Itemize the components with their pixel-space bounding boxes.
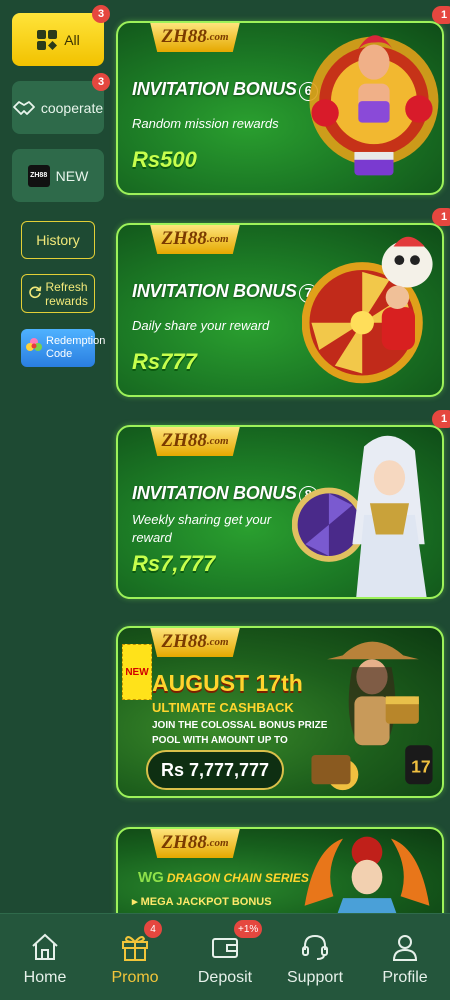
promo-title: INVITATION BONUS 6: [132, 79, 318, 101]
refresh-rewards-label: Refresh rewards: [45, 279, 88, 308]
promo-amount: Rs7,777: [132, 551, 216, 576]
nav-home-label: Home: [23, 969, 67, 986]
promo-subtitle: Weekly sharing get your reward: [132, 512, 272, 545]
promo-subtitle: Daily share your reward: [132, 318, 270, 333]
svg-text:17: 17: [411, 757, 431, 777]
redemption-code-label: Redemption Code: [46, 335, 106, 360]
category-cooperate[interactable]: cooperate 3: [12, 73, 110, 134]
category-cooperate-badge: 3: [92, 73, 110, 91]
goddess-wheel-illustration: [292, 435, 427, 597]
zh88-logo: ZH88 .com: [150, 628, 240, 657]
category-all-label: All: [64, 31, 80, 48]
refresh-rewards-button[interactable]: Refresh rewards: [21, 274, 95, 313]
cowgirl-treasure-illustration: 17: [311, 641, 433, 791]
wg-brand: WG: [138, 869, 164, 886]
nav-deposit-label: Deposit: [197, 969, 253, 986]
promo-card-badge: 1: [432, 6, 450, 24]
nav-home[interactable]: Home: [0, 914, 90, 1000]
august-amount: Rs 7,777,777: [146, 750, 284, 790]
promo-subtitle: Random mission rewards: [132, 116, 279, 131]
zh88-logo-icon: ZH88: [27, 164, 50, 187]
promo-amount: Rs777: [132, 349, 197, 374]
refresh-icon: [28, 285, 42, 302]
lion-dance-wheel-illustration: [302, 236, 433, 384]
category-cooperate-label: cooperate: [40, 99, 104, 116]
boxer-girl-illustration: [309, 35, 439, 176]
zh88-logo: ZH88 .com: [150, 427, 240, 456]
august-subtitle: ULTIMATE CASHBACK: [152, 700, 294, 715]
history-button[interactable]: History: [21, 221, 95, 259]
promo-card-august[interactable]: ZH88 .com NEW AUGUST 17th ULTIMATE CASHBA…: [116, 626, 444, 798]
nav-profile-label: Profile: [382, 969, 428, 986]
promo-card[interactable]: ZH88 .com INVITATION BONUS 6 Random missio…: [116, 21, 444, 195]
history-label: History: [36, 232, 80, 248]
promo-card-badge: 1: [432, 410, 450, 428]
zh88-logo: ZH88 .com: [150, 225, 240, 254]
promo-amount: Rs500: [132, 147, 197, 172]
promo-title: INVITATION BONUS8: [132, 483, 318, 505]
nav-profile[interactable]: Profile: [360, 914, 450, 1000]
new-tag: NEW: [122, 644, 152, 700]
promo-card[interactable]: ZH88.com INVITATION BONUS8 Weekly sharin…: [116, 425, 444, 599]
zh88-logo: ZH88 .com: [150, 23, 240, 52]
user-icon: [390, 930, 420, 964]
dragon-series-title: WG DRAGON CHAIN SERIES: [138, 869, 309, 886]
promo-card-badge: 1: [432, 208, 450, 226]
nav-deposit[interactable]: Deposit +1%: [180, 914, 270, 1000]
nav-support[interactable]: Support: [270, 914, 360, 1000]
dragon-tag: ▸ MEGA JACKPOT BONUS: [132, 896, 272, 908]
promo-card[interactable]: ZH88 .com INVITATION BONUS 7 Daily share y…: [116, 223, 444, 397]
home-icon: [30, 930, 60, 964]
handshake-icon: [12, 99, 35, 117]
nav-promo[interactable]: Promo 4: [90, 914, 180, 1000]
flower-icon: [24, 336, 44, 360]
promo-title: INVITATION BONUS 7: [132, 281, 318, 303]
category-new-label: NEW: [55, 167, 89, 184]
nav-promo-badge: 4: [144, 920, 162, 938]
bottom-navigation: Home Promo 4 Deposit +1% Support Profile: [0, 913, 450, 1000]
nav-deposit-badge: +1%: [234, 920, 263, 938]
redemption-code-button[interactable]: Redemption Code: [21, 329, 106, 367]
dragon-empress-illustration: [304, 836, 430, 925]
august-title: AUGUST 17th: [152, 670, 303, 696]
nav-support-label: Support: [286, 969, 344, 986]
category-all[interactable]: All 3: [12, 5, 110, 66]
headset-icon: [300, 930, 330, 964]
nav-promo-label: Promo: [111, 969, 159, 986]
zh88-logo: ZH88 .com: [150, 829, 240, 858]
promo-card-dragon[interactable]: ZH88 .com WG DRAGON CHAIN SERIES ▸ MEGA JA…: [116, 827, 444, 927]
category-all-badge: 3: [92, 5, 110, 23]
category-new[interactable]: ZH88 NEW: [12, 149, 104, 202]
grid-cards-icon: [36, 29, 58, 51]
